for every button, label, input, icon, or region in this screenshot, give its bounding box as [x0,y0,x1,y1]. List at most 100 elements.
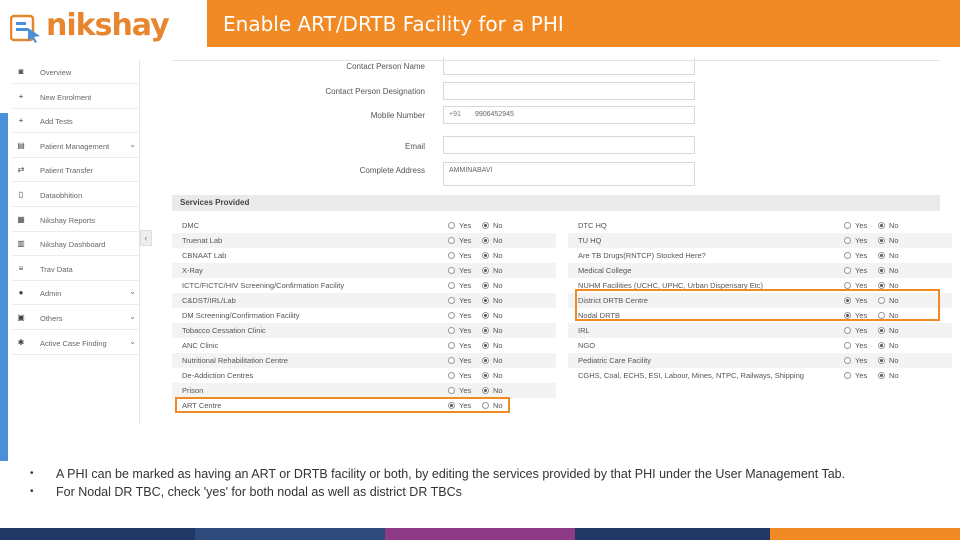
yes-label: Yes [855,371,868,380]
no-radio[interactable]: No [878,236,899,245]
yes-radio[interactable]: Yes [448,311,471,320]
radio-icon [844,327,851,334]
service-row: Tobacco Cessation Clinic Yes No [172,323,556,338]
radio-icon [878,267,885,274]
service-row: DTC HQ Yes No [568,218,952,233]
no-radio[interactable]: No [482,266,503,275]
no-radio[interactable]: No [482,326,503,335]
no-radio[interactable]: No [878,266,899,275]
yes-radio[interactable]: Yes [448,296,471,305]
yes-radio[interactable]: Yes [844,236,867,245]
no-radio[interactable]: No [482,311,503,320]
mobile-input[interactable]: +91 9906452945 [443,106,695,124]
no-radio[interactable]: No [482,251,503,260]
address-value: AMMINABAVI [449,167,493,174]
radio-icon [878,252,885,259]
logo-text: nikshay [46,8,170,43]
radio-icon [482,267,489,274]
no-radio[interactable]: No [878,326,899,335]
yes-label: Yes [459,236,472,245]
no-radio[interactable]: No [482,371,503,380]
sidebar-item[interactable]: ▤ Patient Management ⌄ [12,134,140,158]
yes-radio[interactable]: Yes [844,266,867,275]
service-name: X-Ray [182,266,203,275]
no-radio[interactable]: No [878,371,899,380]
yes-label: Yes [459,266,472,275]
no-radio[interactable]: No [482,281,503,290]
yes-radio[interactable]: Yes [448,281,471,290]
yes-radio[interactable]: Yes [844,221,867,230]
sidebar-item-label: Add Tests [40,117,73,127]
service-name: Prison [182,386,204,395]
service-row: Prison Yes No [172,383,556,398]
sidebar-item[interactable]: ▦ Nikshay Reports [12,208,140,232]
radio-icon [448,387,455,394]
no-radio[interactable]: No [482,296,503,305]
yes-radio[interactable]: Yes [448,326,471,335]
chart-icon: ▥ [17,239,25,249]
yes-radio[interactable]: Yes [844,356,867,365]
sidebar-item[interactable]: ⇄ Patient Transfer [12,158,140,183]
sidebar-item-label: Admin [40,289,62,299]
service-row: C&DST/IRL/Lab Yes No [172,293,556,308]
address-textarea[interactable]: AMMINABAVI [443,162,695,186]
mobile-label: Mobile Number [370,111,425,120]
yes-radio[interactable]: Yes [448,221,471,230]
service-row: ICTC/FICTC/HIV Screening/Confirmation Fa… [172,278,556,293]
bullet-dot: • [30,486,34,497]
service-name: Medical College [578,266,632,275]
yes-radio[interactable]: Yes [844,326,867,335]
chevron-down-icon: ⌄ [129,336,136,346]
radio-icon [844,357,851,364]
radio-icon [878,357,885,364]
yes-radio[interactable]: Yes [448,251,471,260]
yes-radio[interactable]: Yes [844,341,867,350]
sidebar-item-label: Nikshay Reports [40,215,96,225]
no-radio[interactable]: No [482,341,503,350]
no-radio[interactable]: No [878,341,899,350]
no-label: No [493,356,503,365]
yes-radio[interactable]: Yes [448,386,471,395]
radio-icon [844,222,851,229]
bullet-text: A PHI can be marked as having an ART or … [56,467,846,481]
chevron-down-icon: ⌄ [129,287,136,297]
sidebar-item[interactable]: ● Admin ⌄ [12,281,140,306]
drtb-highlight-box [575,289,940,321]
sidebar-item[interactable]: ✱ Active Case Finding ⌄ [12,331,140,355]
yes-radio[interactable]: Yes [844,371,867,380]
yes-radio[interactable]: Yes [448,371,471,380]
sidebar-item-label: Patient Management [40,141,110,151]
grid-icon: ▣ [17,313,25,322]
email-input[interactable] [443,136,695,154]
sidebar-item[interactable]: ≡ Trav Data [12,257,140,281]
chevron-down-icon: ⌄ [129,312,136,321]
address-label: Complete Address [359,166,425,175]
sidebar-item[interactable]: ▣ Others ⌄ [12,306,140,330]
yes-radio[interactable]: Yes [448,266,471,275]
no-radio[interactable]: No [878,251,899,260]
email-label: Email [404,142,425,151]
no-radio[interactable]: No [482,356,503,365]
no-radio[interactable]: No [482,386,503,395]
plus-icon: + [18,91,24,101]
sidebar-collapse-button[interactable]: ‹ [140,230,152,246]
sidebar-item[interactable]: ▯ Dataobhition [12,183,140,207]
yes-radio[interactable]: Yes [448,341,471,350]
no-radio[interactable]: No [878,221,899,230]
sidebar-item[interactable]: + Add Tests [12,109,140,134]
no-radio[interactable]: No [878,356,899,365]
sidebar-item[interactable]: ▥ Nikshay Dashboard [12,232,140,257]
yes-radio[interactable]: Yes [448,236,471,245]
contact-designation-input[interactable] [443,82,695,100]
sidebar-item-label: New Enrolment [40,92,92,102]
sidebar-item[interactable]: ◙ Overview [12,60,140,84]
yes-radio[interactable]: Yes [844,251,867,260]
sidebar-item[interactable]: + New Enrolment [12,85,140,109]
no-label: No [889,266,899,275]
no-radio[interactable]: No [482,221,503,230]
yes-radio[interactable]: Yes [448,356,471,365]
no-label: No [889,251,899,260]
radio-icon [482,252,489,259]
no-radio[interactable]: No [482,236,503,245]
radio-icon [878,372,885,379]
